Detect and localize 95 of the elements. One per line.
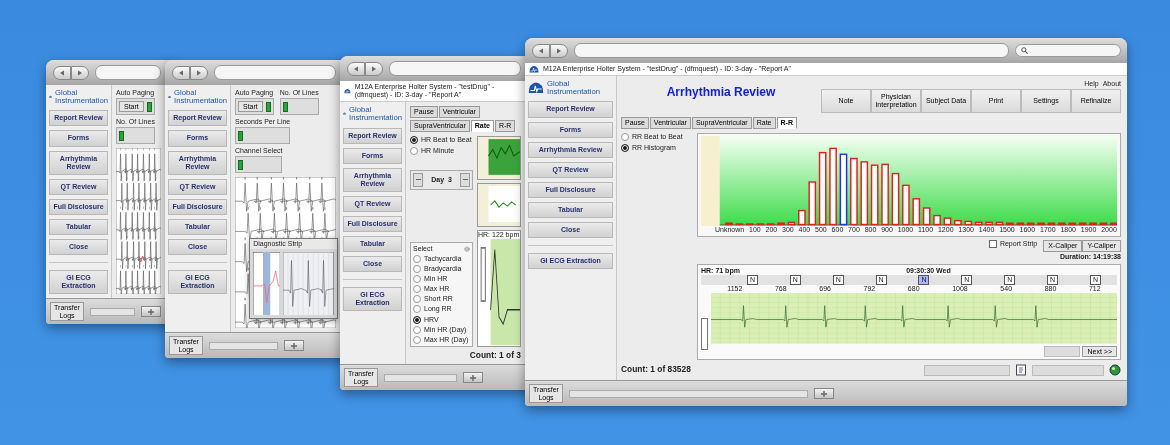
back-arrow-icon	[59, 69, 65, 76]
forward-button[interactable]	[550, 43, 568, 58]
forward-button[interactable]	[71, 65, 89, 80]
ecg-grid-drawing	[283, 251, 334, 316]
previous-button[interactable]	[1044, 345, 1081, 357]
forward-button[interactable]	[365, 61, 383, 76]
indicator-icon	[119, 130, 124, 141]
histogram-bar	[943, 217, 952, 226]
histogram-bar	[891, 173, 900, 226]
histogram-bar	[870, 164, 879, 226]
address-bar[interactable]	[574, 43, 1009, 58]
histogram-bar	[725, 222, 733, 226]
count-text: Count: 1 of 83528	[621, 365, 691, 376]
histogram-bar	[1110, 222, 1117, 226]
indicator-icon	[282, 101, 288, 112]
histogram-bar	[1058, 222, 1066, 226]
add-button[interactable]	[462, 372, 483, 384]
back-arrow-icon	[353, 65, 359, 72]
add-button[interactable]	[283, 340, 304, 352]
back-button[interactable]	[53, 65, 71, 80]
page-heading: Arrhythmia Review	[665, 86, 777, 100]
indicator-icon	[146, 101, 152, 112]
histogram-bar	[860, 161, 869, 226]
histogram-bar	[1099, 222, 1108, 226]
radio-icon[interactable]	[621, 133, 629, 142]
indicator-icon	[265, 101, 271, 112]
back-button[interactable]	[532, 43, 550, 58]
radio-icon[interactable]	[413, 305, 421, 314]
histogram-bar	[881, 163, 889, 226]
radio-icon[interactable]	[410, 136, 418, 145]
dash-icon	[462, 179, 468, 182]
forward-arrow-icon	[556, 47, 562, 54]
add-button[interactable]	[141, 306, 161, 318]
radio-icon[interactable]	[413, 275, 421, 284]
histogram-bar	[902, 184, 910, 226]
histogram-bar	[1047, 222, 1056, 226]
radio-icon[interactable]	[413, 325, 421, 334]
back-arrow-icon	[538, 47, 544, 54]
address-bar[interactable]	[214, 65, 336, 80]
histogram-bar	[933, 215, 941, 226]
histogram-bar	[1089, 222, 1097, 226]
indicator-icon	[238, 130, 243, 141]
previous-day-button[interactable]	[413, 173, 423, 188]
radio-icon[interactable]	[413, 335, 421, 344]
gear-icon[interactable]	[464, 246, 470, 253]
add-button[interactable]	[813, 388, 834, 400]
progress-track	[90, 307, 135, 316]
forward-arrow-icon	[77, 69, 83, 76]
histogram-bar	[746, 223, 754, 226]
document-icon[interactable]	[1015, 364, 1027, 377]
back-button[interactable]	[347, 61, 365, 76]
histogram-bar	[954, 220, 962, 226]
histogram-bar	[850, 157, 858, 226]
status-field	[1032, 364, 1104, 376]
radio-icon[interactable]	[621, 144, 629, 153]
hr-scatter-chart-drawing	[477, 183, 521, 228]
histogram-bar	[985, 221, 993, 226]
histogram-bar	[1006, 222, 1014, 226]
search-field[interactable]	[1015, 44, 1121, 57]
checkbox-icon[interactable]	[988, 240, 997, 249]
histogram-bar	[787, 221, 796, 226]
forward-arrow-icon	[371, 65, 377, 72]
plus-icon	[469, 374, 476, 381]
search-icon	[1021, 47, 1028, 54]
logo-icon	[528, 81, 544, 95]
indicator-icon	[238, 159, 243, 170]
radio-icon[interactable]	[413, 255, 421, 264]
histogram-bar	[995, 221, 1004, 226]
gain-track	[701, 318, 708, 351]
address-bar[interactable]	[95, 65, 161, 80]
plus-icon	[820, 390, 827, 397]
plus-icon	[148, 308, 154, 315]
plus-icon	[290, 342, 297, 349]
forward-arrow-icon	[196, 69, 202, 76]
radio-icon[interactable]	[410, 147, 418, 156]
next-day-button[interactable]	[460, 173, 470, 188]
histogram-bar	[798, 210, 806, 226]
back-button[interactable]	[172, 65, 190, 80]
address-bar[interactable]	[389, 61, 521, 76]
histogram-bar	[735, 223, 744, 226]
histogram-bar	[777, 222, 785, 226]
back-arrow-icon	[178, 69, 184, 76]
radio-icon[interactable]	[413, 295, 421, 304]
beat-detail-drawing	[253, 251, 281, 316]
forward-button[interactable]	[190, 65, 208, 80]
dash-icon	[415, 179, 421, 182]
status-light-icon	[1109, 364, 1121, 377]
radio-icon[interactable]	[413, 315, 421, 324]
radio-icon[interactable]	[413, 285, 421, 294]
progress-track	[209, 341, 278, 350]
radio-icon[interactable]	[413, 265, 421, 274]
histogram-bar	[1037, 222, 1045, 226]
count-text: Count: 1 of 3	[469, 350, 521, 361]
logo-icon	[344, 87, 351, 96]
hr-trend-chart-drawing	[477, 136, 521, 181]
